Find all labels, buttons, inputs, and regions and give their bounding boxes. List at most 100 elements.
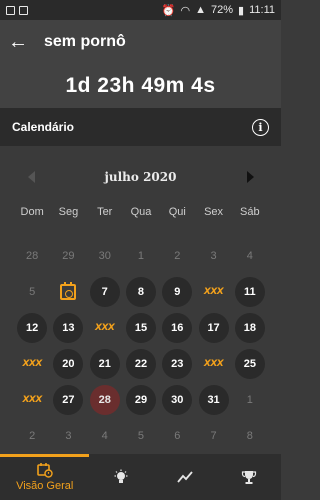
calendar-day[interactable]: 20 [50,346,86,382]
calendar-day-circle: 27 [53,385,84,415]
calendar-day-number: 8 [137,286,145,298]
calendar-day[interactable]: 18 [232,310,268,346]
calendar-day-circle: 28 [89,385,120,415]
calendar-day-number: 2 [29,430,36,442]
weekday-label: Sáb [240,206,260,218]
calendar-start-icon [60,282,77,300]
month-label: julho 2020 [104,170,177,184]
calendar-day[interactable]: 27 [50,382,86,418]
calendar-day-number: 25 [243,358,256,370]
calendar-day-number: 1 [137,250,145,262]
calendar-day[interactable]: 12 [14,310,50,346]
calendar-day[interactable]: 22 [123,346,159,382]
clock: 11:11 [249,4,275,16]
calendar-day-relapse[interactable]: XXX [87,310,123,346]
calendar-day-circle: 8 [235,421,265,451]
calendar-day-number: 4 [101,430,108,442]
calendar-day-circle: 11 [234,277,265,307]
calendar-day[interactable]: 29 [123,382,159,418]
tab-achievements[interactable] [217,454,281,500]
calendar-day-number: 28 [98,394,111,406]
calendar-day-circle: 7 [199,421,229,451]
tab-stats[interactable] [153,454,217,500]
calendar-day-relapse[interactable]: XXX [14,382,50,418]
relapse-mark: XXX [95,323,115,333]
notification-icon [19,5,28,15]
calendar-day-circle: 23 [162,349,193,379]
calendar-day[interactable]: 30 [159,382,195,418]
calendar-day[interactable]: 25 [232,346,268,382]
calendar-day[interactable]: 31 [195,382,231,418]
back-arrow-icon[interactable]: ← [0,20,36,64]
calendar-day-relapse[interactable]: XXX [195,346,231,382]
calendar-day-circle: 8 [125,277,156,307]
tab-overview[interactable]: Visão Geral [0,454,90,500]
calendar-clock-icon [36,463,53,478]
calendar-day-circle: 20 [53,349,84,379]
bottom-navigation: Visão Geral [0,454,281,500]
calendar-day-number: 22 [134,358,148,370]
calendar-day-circle: 2 [17,421,47,451]
calendar-day-circle: XXX [17,349,47,379]
calendar-day-circle: 29 [125,385,156,415]
calendar-day-circle: 21 [89,349,120,379]
calendar-day[interactable]: 8 [123,274,159,310]
calendar-day-relapse[interactable]: XXX [195,274,231,310]
calendar-day-circle: 30 [162,385,193,415]
calendar-day-circle: 6 [162,421,192,451]
calendar-day[interactable]: 15 [123,310,159,346]
gallery-icon [6,5,15,15]
calendar-day-circle: XXX [199,277,229,307]
calendar-day-outside-month: 28 [14,238,50,274]
day-grid: 28 29 30 1 2 3 4 5 7 8 9 XXX 11 12 13 XXX 15 16 17 18 XXX 20 2… [14,238,268,454]
calendar-day[interactable]: 17 [195,310,231,346]
calendar-day[interactable]: 21 [87,346,123,382]
calendar-day-number: 4 [246,250,253,262]
calendar-day-circle: XXX [17,385,47,415]
status-left-icons [6,5,28,15]
calendar-day-number: 12 [26,322,39,334]
calendar-day-outside-month: 30 [87,238,123,274]
calendar-day[interactable]: 16 [159,310,195,346]
next-month-icon[interactable] [247,171,254,183]
trending-icon [177,471,193,483]
calendar-day-outside-month: 2 [14,418,50,454]
calendar-day-number: 9 [174,286,181,298]
calendar-day-circle: 9 [162,277,193,307]
calendar-day-number: 27 [62,394,75,406]
calendar-day-number: 29 [62,250,75,262]
calendar-day-start[interactable] [50,274,86,310]
calendar-day[interactable]: 23 [159,346,195,382]
calendar-day-number: 1 [246,394,253,406]
calendar-day-number: 7 [210,430,217,442]
info-icon[interactable]: i [252,118,269,136]
calendar-day-circle: 22 [125,349,156,379]
calendar-day[interactable]: 11 [232,274,268,310]
calendar-day-circle: 30 [90,241,120,271]
calendar-day-circle: 5 [17,277,47,307]
calendar-day-outside-month: 6 [159,418,195,454]
calendar-day[interactable]: 7 [87,274,123,310]
streak-counter: 1d 23h 49m 4s [0,64,281,108]
calendar-day-relapse[interactable]: XXX [14,346,50,382]
calendar-day-circle: 16 [162,313,193,343]
tab-overview-label: Visão Geral [16,480,74,492]
section-title: Calendário [12,120,75,134]
calendar-day-number: 28 [26,250,39,262]
calendar-day[interactable]: 13 [50,310,86,346]
calendar-day-number: 23 [171,358,184,370]
wifi-icon: ◠ [180,4,191,17]
calendar-day-number: 3 [65,430,72,442]
weekday-label: Qui [168,206,186,218]
calendar-day-circle: 2 [162,241,192,271]
calendar-day-number: 29 [134,394,148,406]
app-bar: ← sem pornô [0,20,281,64]
calendar-day-circle: XXX [199,349,229,379]
calendar-day-circle: 4 [90,421,120,451]
calendar-day[interactable]: 9 [159,274,195,310]
tab-tips[interactable] [89,454,153,500]
month-header: julho 2020 [0,166,281,188]
calendar-day-today[interactable]: 28 [87,382,123,418]
calendar-day-number: 8 [246,430,253,442]
relapse-mark: XXX [203,287,224,297]
